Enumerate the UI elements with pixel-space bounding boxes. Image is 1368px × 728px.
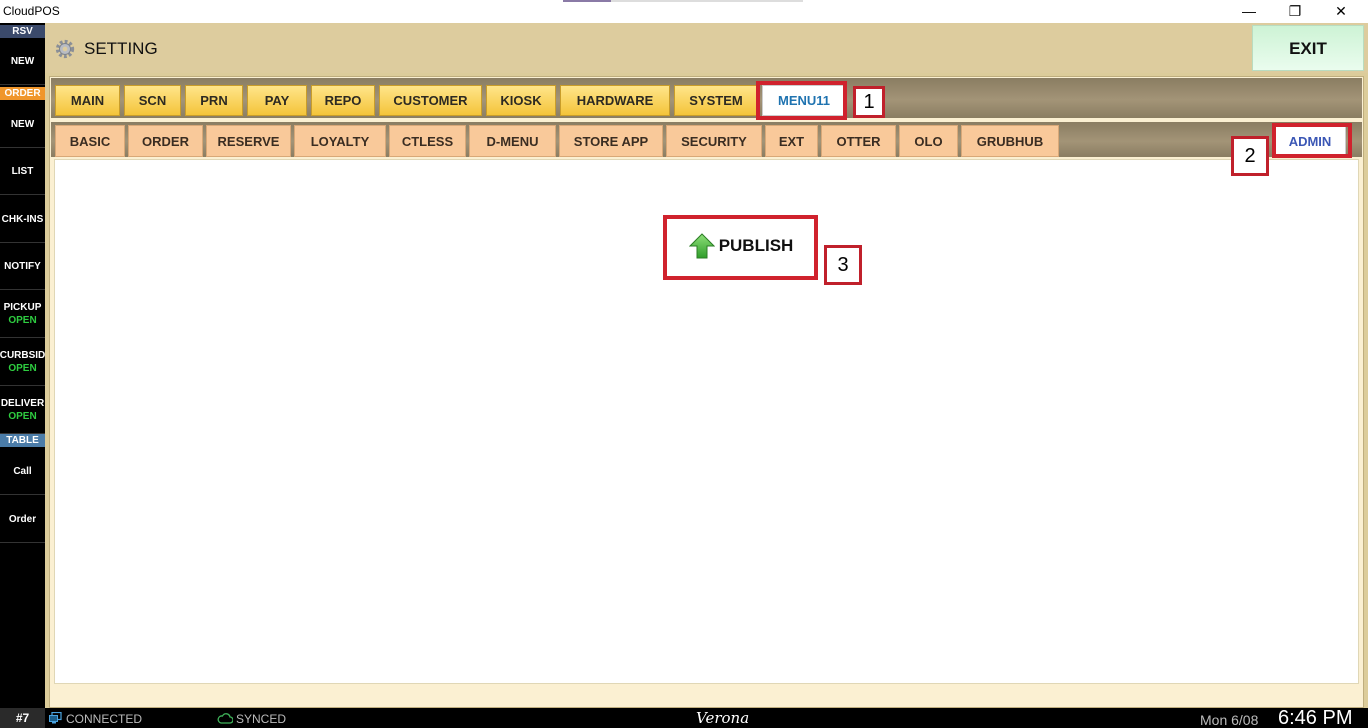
sidebar-item-label: NEW — [10, 118, 35, 130]
tab-main[interactable]: MAIN — [55, 85, 120, 116]
settings-header: SETTING EXIT — [45, 23, 1368, 73]
sidebar-header-rsv: RSV — [0, 25, 45, 38]
network-icon — [49, 712, 62, 724]
app-window: CloudPOS — ❐ ✕ RSV NEW ORDER NEW LIST CH… — [0, 0, 1368, 728]
sidebar-item-notify[interactable]: NOTIFY — [0, 243, 45, 290]
settings-frame: MAIN SCN PRN PAY REPO CUSTOMER KIOSK HAR… — [49, 76, 1364, 708]
sidebar-item-label: Order — [8, 513, 37, 525]
gear-icon — [55, 39, 75, 59]
secondary-tab-bar: BASIC ORDER RESERVE LOYALTY CTLESS D-MEN… — [51, 122, 1362, 157]
sidebar-item-label: NEW — [10, 55, 35, 67]
annotation-number-2: 2 — [1231, 136, 1269, 176]
sidebar-item-label: NOTIFY — [4, 260, 41, 272]
annotation-box-publish — [663, 215, 818, 280]
exit-button[interactable]: EXIT — [1252, 25, 1364, 71]
status-badge: OPEN — [8, 363, 37, 374]
tab-scn[interactable]: SCN — [124, 85, 181, 116]
page-title: SETTING — [84, 39, 158, 58]
sidebar-item-label: CURBSID — [0, 350, 45, 361]
sidebar-item-delivery[interactable]: DELIVER OPEN — [0, 387, 45, 434]
tab-ctless[interactable]: CTLESS — [389, 125, 466, 157]
tab-basic[interactable]: BASIC — [55, 125, 125, 157]
sidebar-item-order-new[interactable]: NEW — [0, 101, 45, 148]
primary-tab-bar: MAIN SCN PRN PAY REPO CUSTOMER KIOSK HAR… — [51, 78, 1362, 118]
tab-d-menu[interactable]: D-MENU — [469, 125, 556, 157]
status-clock: 6:46 PM — [1278, 707, 1353, 728]
sidebar-item-list[interactable]: LIST — [0, 148, 45, 195]
annotation-number-3: 3 — [824, 245, 862, 285]
tab-loyalty[interactable]: LOYALTY — [294, 125, 386, 157]
annotation-box-menu11 — [756, 81, 847, 120]
main-panel: SETTING EXIT MAIN SCN PRN PAY REPO CUSTO… — [45, 23, 1368, 708]
tab-prn[interactable]: PRN — [185, 85, 243, 116]
tab-store-app[interactable]: STORE APP — [559, 125, 663, 157]
sync-status: SYNCED — [236, 712, 287, 726]
close-button[interactable]: ✕ — [1318, 0, 1364, 23]
sidebar-item-label: LIST — [11, 165, 34, 177]
sidebar-header-table: TABLE — [0, 434, 45, 447]
tab-otter[interactable]: OTTER — [821, 125, 896, 157]
status-date: Mon 6/08 — [1200, 712, 1259, 728]
sidebar-item-label: Call — [13, 465, 32, 477]
sidebar-item-label: PICKUP — [3, 302, 42, 313]
tab-customer[interactable]: CUSTOMER — [379, 85, 482, 116]
sidebar-item-label: DELIVER — [0, 398, 45, 409]
sidebar-item-chk-ins[interactable]: CHK-INS — [0, 196, 45, 243]
cloud-icon — [217, 713, 233, 724]
app-title: CloudPOS — [3, 4, 60, 18]
tab-reserve[interactable]: RESERVE — [206, 125, 291, 157]
tab-order[interactable]: ORDER — [128, 125, 203, 157]
minimize-button[interactable]: — — [1226, 0, 1272, 23]
status-badge: OPEN — [8, 411, 37, 422]
tab-ext[interactable]: EXT — [765, 125, 818, 157]
title-progress-strip — [563, 0, 803, 2]
store-name: Verona — [696, 709, 750, 727]
annotation-number-1: 1 — [853, 86, 885, 118]
sidebar-item-label: CHK-INS — [1, 213, 44, 225]
sidebar-header-order: ORDER — [0, 87, 45, 100]
restore-button[interactable]: ❐ — [1272, 0, 1318, 23]
title-bar: CloudPOS — ❐ ✕ — [0, 0, 1368, 23]
sidebar-item-curbside[interactable]: CURBSID OPEN — [0, 339, 45, 386]
connection-status: CONNECTED — [66, 712, 143, 726]
left-sidebar: RSV NEW ORDER NEW LIST CHK-INS NOTIFY PI… — [0, 23, 45, 708]
annotation-box-admin — [1272, 123, 1352, 158]
tab-system[interactable]: SYSTEM — [674, 85, 758, 116]
tab-repo[interactable]: REPO — [311, 85, 375, 116]
sidebar-item-call[interactable]: Call — [0, 448, 45, 495]
terminal-number: #7 — [0, 708, 45, 728]
tab-pay[interactable]: PAY — [247, 85, 307, 116]
tab-olo[interactable]: OLO — [899, 125, 958, 157]
status-badge: OPEN — [8, 315, 37, 326]
status-bar: #7 CONNECTED SYNCED Verona Mon 6/08 6:46… — [0, 707, 1368, 728]
sidebar-item-order[interactable]: Order — [0, 496, 45, 543]
tab-security[interactable]: SECURITY — [666, 125, 762, 157]
sidebar-item-pickup[interactable]: PICKUP OPEN — [0, 291, 45, 338]
tab-grubhub[interactable]: GRUBHUB — [961, 125, 1059, 157]
tab-kiosk[interactable]: KIOSK — [486, 85, 556, 116]
tab-hardware[interactable]: HARDWARE — [560, 85, 670, 116]
sidebar-item-rsv-new[interactable]: NEW — [0, 38, 45, 85]
